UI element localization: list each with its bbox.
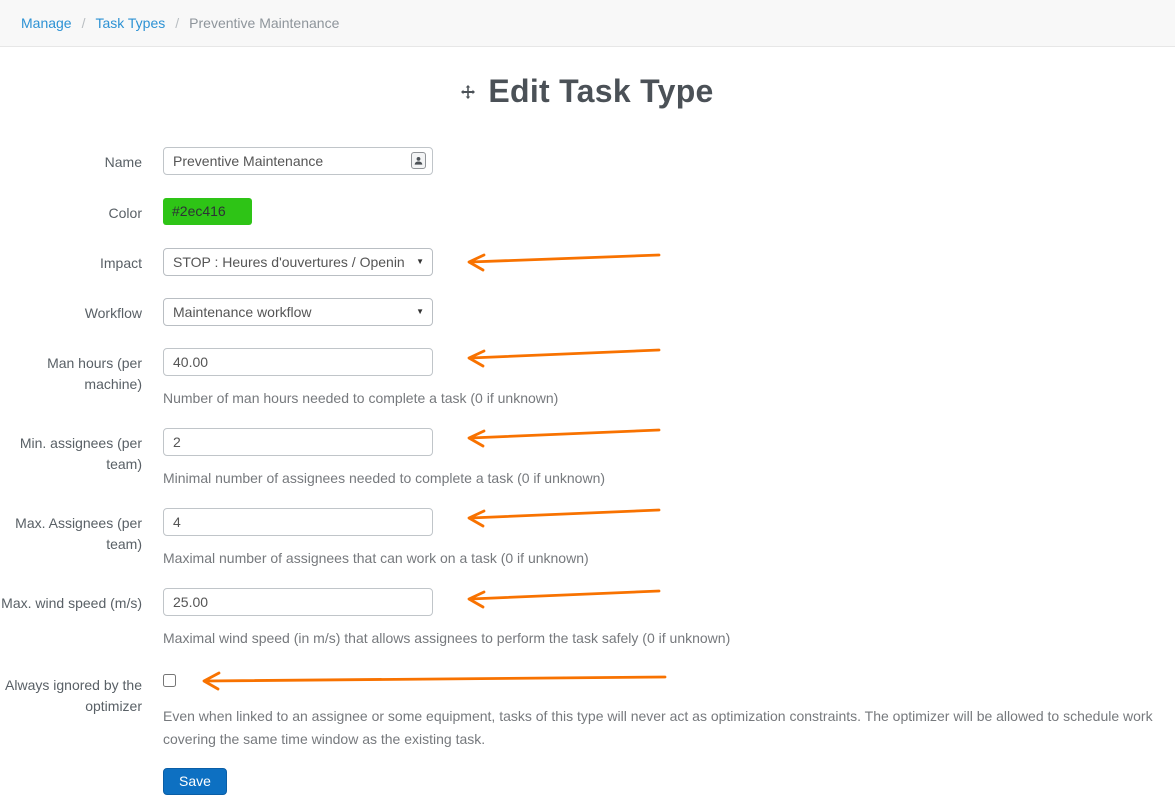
form-row-save: Save (0, 768, 1175, 795)
max-wind-speed-input[interactable] (163, 588, 433, 616)
move-icon (461, 85, 475, 99)
min-assignees-help-text: Minimal number of assignees needed to co… (163, 467, 1163, 490)
name-input[interactable] (163, 147, 433, 175)
workflow-select[interactable]: Maintenance workflow (163, 298, 433, 326)
form-row-max-assignees: Max. Assignees (per team) Maximal number… (0, 508, 1175, 570)
breadcrumb-separator: / (175, 15, 179, 31)
page-title: Edit Task Type (488, 73, 713, 110)
color-swatch[interactable]: #2ec416 (163, 198, 252, 225)
breadcrumb: Manage / Task Types / Preventive Mainten… (0, 0, 1175, 47)
always-ignored-checkbox[interactable] (163, 674, 176, 687)
breadcrumb-link-task-types[interactable]: Task Types (95, 15, 165, 31)
impact-select[interactable]: STOP : Heures d'ouvertures / Openin (163, 248, 433, 276)
min-assignees-input[interactable] (163, 428, 433, 456)
min-assignees-label: Min. assignees (per team) (0, 428, 142, 475)
man-hours-help-text: Number of man hours needed to complete a… (163, 387, 1163, 410)
man-hours-label: Man hours (per machine) (0, 348, 142, 395)
form-row-color: Color #2ec416 (0, 198, 1175, 225)
breadcrumb-current-item: Preventive Maintenance (189, 15, 339, 31)
workflow-label: Workflow (0, 298, 142, 324)
page-title-row: Edit Task Type (0, 73, 1175, 110)
form-row-min-assignees: Min. assignees (per team) Minimal number… (0, 428, 1175, 490)
contact-autofill-icon[interactable] (411, 152, 426, 169)
form-row-always-ignored: Always ignored by the optimizer Even whe… (0, 670, 1175, 751)
max-assignees-help-text: Maximal number of assignees that can wor… (163, 547, 1163, 570)
form-row-name: Name (0, 147, 1175, 175)
form-row-man-hours: Man hours (per machine) Number of man ho… (0, 348, 1175, 410)
edit-task-type-form: Name Color #2ec416 Impact (0, 147, 1175, 795)
save-button[interactable]: Save (163, 768, 227, 795)
max-assignees-input[interactable] (163, 508, 433, 536)
breadcrumb-separator: / (82, 15, 86, 31)
form-row-impact: Impact STOP : Heures d'ouvertures / Open… (0, 248, 1175, 276)
breadcrumb-link-manage[interactable]: Manage (21, 15, 72, 31)
name-label: Name (0, 147, 142, 173)
save-label-spacer (0, 768, 142, 773)
form-row-max-wind-speed: Max. wind speed (m/s) Maximal wind speed… (0, 588, 1175, 650)
form-row-workflow: Workflow Maintenance workflow ▼ (0, 298, 1175, 326)
man-hours-input[interactable] (163, 348, 433, 376)
max-assignees-label: Max. Assignees (per team) (0, 508, 142, 555)
always-ignored-label: Always ignored by the optimizer (0, 670, 142, 717)
always-ignored-help-text: Even when linked to an assignee or some … (163, 705, 1163, 751)
max-wind-speed-help-text: Maximal wind speed (in m/s) that allows … (163, 627, 1163, 650)
color-label: Color (0, 198, 142, 224)
impact-label: Impact (0, 248, 142, 274)
max-wind-speed-label: Max. wind speed (m/s) (0, 588, 142, 614)
